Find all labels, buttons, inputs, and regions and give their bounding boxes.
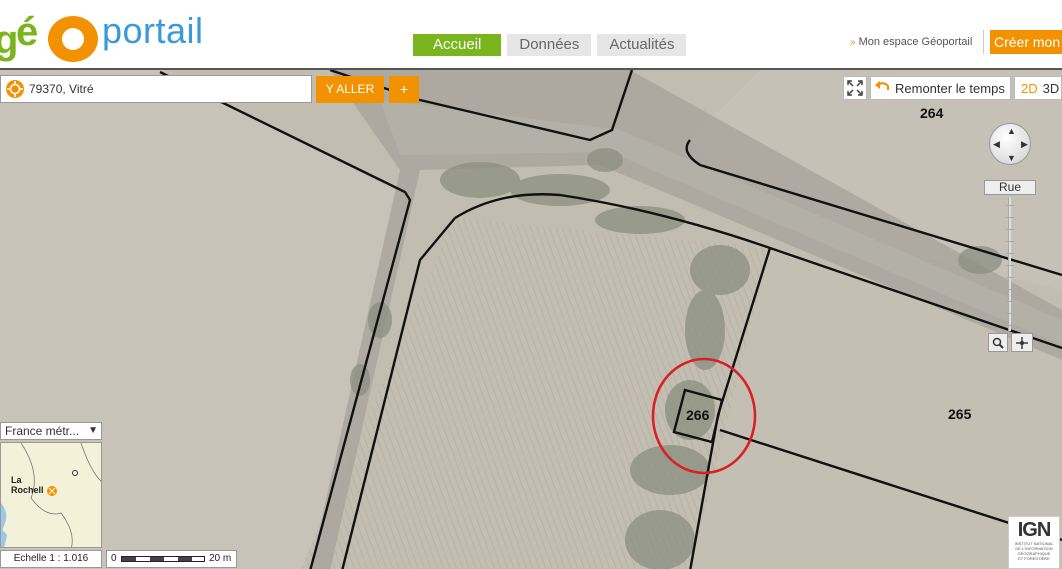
fullscreen-icon: [847, 80, 863, 96]
pan-up-icon[interactable]: ▲: [1007, 127, 1016, 136]
tab-accueil[interactable]: Accueil: [413, 34, 502, 56]
caret-down-icon: ▼: [88, 425, 98, 436]
header-divider: [983, 30, 984, 54]
zoom-slider[interactable]: [1006, 197, 1014, 331]
region-select[interactable]: France métr... ▼: [0, 422, 102, 440]
search-box: [0, 75, 312, 103]
ign-logo[interactable]: IGN Institut national de l'information g…: [1008, 516, 1060, 569]
undo-arrow-icon: [871, 80, 895, 96]
double-chevron-right-icon: »: [850, 37, 856, 48]
view-2d-3d-toggle: 2D 3D: [1014, 76, 1062, 100]
remonter-le-temps-button[interactable]: Remonter le temps: [870, 76, 1011, 100]
overview-minimap[interactable]: La Rochell: [0, 442, 102, 548]
minimap-drawing: [1, 443, 101, 547]
pan-left-icon[interactable]: ◀: [993, 140, 1000, 149]
magnifier-icon: [992, 337, 1004, 349]
search-input[interactable]: [29, 78, 299, 100]
pan-down-icon[interactable]: ▼: [1007, 154, 1016, 163]
minimap-city-label-2: Rochell: [11, 485, 44, 495]
ign-logo-text: IGN: [1017, 519, 1052, 541]
logo-text-portail: portail: [102, 10, 204, 51]
scale-max-label: 20 m: [209, 553, 232, 564]
parcel-label-264: 264: [920, 105, 944, 121]
main-nav: Accueil Données Actualités: [413, 34, 687, 56]
remonter-label: Remonter le temps: [895, 80, 1005, 96]
pan-right-icon[interactable]: ▶: [1021, 140, 1028, 149]
fullscreen-button[interactable]: [843, 76, 867, 100]
logo-o-circle: [48, 16, 98, 62]
view-2d-option[interactable]: 2D: [1015, 81, 1041, 96]
logo-letter-e: é: [16, 10, 39, 54]
geoportail-app: g é portail Accueil Données Actualités »…: [0, 0, 1062, 569]
region-select-value: France métr...: [5, 424, 80, 438]
ign-logo-line-4: et forestière: [1018, 556, 1050, 561]
header: g é portail Accueil Données Actualités »…: [0, 0, 1062, 68]
mon-espace-link[interactable]: » Mon espace Géoportail: [850, 36, 972, 48]
pan-compass[interactable]: ▲ ▼ ◀ ▶: [989, 123, 1031, 165]
plus-button[interactable]: +: [389, 76, 419, 103]
geoportail-logo[interactable]: g é portail: [0, 6, 215, 62]
mon-espace-label: Mon espace Géoportail: [858, 36, 973, 48]
minimap-city-label-1: La: [11, 475, 22, 485]
parcel-label-265: 265: [948, 406, 972, 422]
scale-ratio: Echelle 1 : 1.016: [0, 550, 102, 568]
tab-actualites[interactable]: Actualités: [597, 34, 687, 56]
zoom-center-button[interactable]: [1011, 333, 1033, 352]
zoom-level-label: Rue: [984, 180, 1036, 195]
aerial-map-layer: [0, 70, 1062, 569]
view-3d-option[interactable]: 3D: [1041, 81, 1062, 96]
crosshair-icon: [1016, 336, 1028, 349]
creer-compte-button[interactable]: Créer mon c: [990, 30, 1062, 54]
scale-min-label: 0: [111, 553, 117, 564]
tab-donnees[interactable]: Données: [507, 34, 592, 56]
zoom-search-button[interactable]: [988, 333, 1008, 352]
scale-bar-box: 0 20 m: [106, 550, 237, 568]
locate-icon[interactable]: [1, 76, 29, 102]
go-button[interactable]: Y ALLER: [316, 76, 384, 103]
parcel-label-266: 266: [686, 407, 710, 423]
scale-bar: [121, 556, 205, 562]
map-view[interactable]: Y ALLER + Remonter le temps 2D3D: [0, 68, 1062, 569]
